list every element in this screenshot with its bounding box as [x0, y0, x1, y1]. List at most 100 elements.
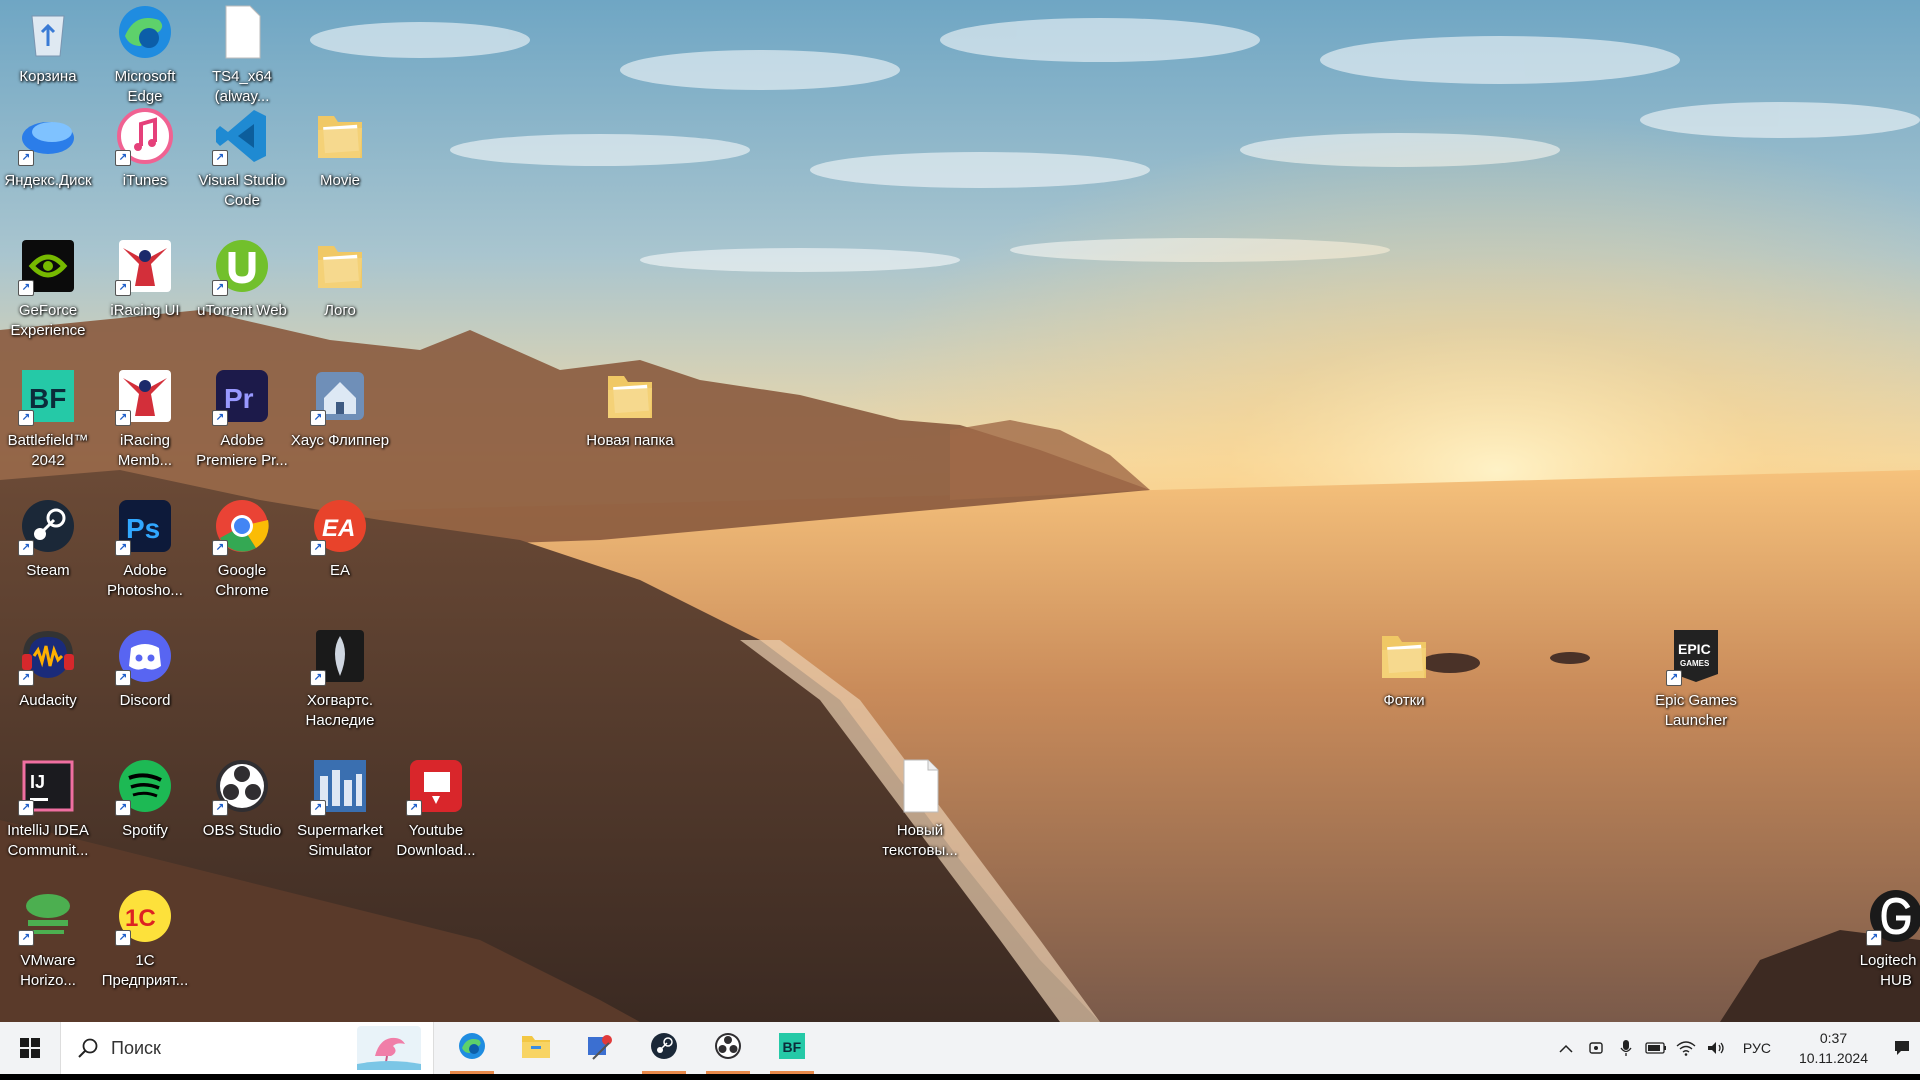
desktop-icon[interactable]: TS4_x64 (alway...: [196, 0, 288, 120]
desktop-icon[interactable]: IJ ↗ IntelliJ IDEA Communit...: [2, 754, 94, 874]
taskbar-app-steam[interactable]: [632, 1022, 696, 1074]
taskbar-app-battlefield[interactable]: BF: [760, 1022, 824, 1074]
desktop-icon[interactable]: ↗ Audacity: [2, 624, 94, 744]
obs-icon: [713, 1031, 743, 1066]
desktop-icon[interactable]: 1С ↗ 1С Предприят...: [99, 884, 191, 1004]
desktop-icon[interactable]: ↗ iTunes: [99, 104, 191, 224]
wifi-icon[interactable]: [1671, 1022, 1701, 1074]
microphone-icon[interactable]: [1611, 1022, 1641, 1074]
desktop-icon-label: Фотки: [1383, 692, 1425, 709]
taskbar-app-snipping-tool[interactable]: [568, 1022, 632, 1074]
desktop-icon-label: Movie: [319, 172, 360, 189]
desktop-icon[interactable]: Корзина: [2, 0, 94, 120]
desktop-icon[interactable]: ↗ Яндекс.Диск: [2, 104, 94, 224]
desktop-icon-label: Adobe Photosho...: [107, 562, 183, 599]
desktop-icon[interactable]: ↗ Steam: [2, 494, 94, 614]
vmware-horizon-icon: ↗: [16, 884, 80, 948]
desktop-icon[interactable]: ↗ GeForce Experience: [2, 234, 94, 354]
svg-text:BF: BF: [29, 383, 66, 414]
taskbar: Поиск BF РУС 0:37 10.11.2024: [0, 1022, 1920, 1074]
iracing-icon: ↗: [113, 234, 177, 298]
search-box[interactable]: Поиск: [60, 1022, 434, 1074]
svg-text:Pr: Pr: [224, 383, 254, 414]
shortcut-arrow-icon: ↗: [310, 670, 326, 686]
system-tray: РУС 0:37 10.11.2024: [1551, 1022, 1920, 1074]
desktop-icon[interactable]: Новый текстовы...: [874, 754, 966, 874]
1c-icon: 1С ↗: [113, 884, 177, 948]
supermarket-simulator-icon: ↗: [308, 754, 372, 818]
desktop-icon[interactable]: ↗ Spotify: [99, 754, 191, 874]
desktop-icon[interactable]: Фотки: [1358, 624, 1450, 744]
desktop-icon[interactable]: ↗ uTorrent Web: [196, 234, 288, 354]
desktop-icon[interactable]: ↗ Хогвартс. Наследие: [294, 624, 386, 744]
clock[interactable]: 0:37 10.11.2024: [1783, 1028, 1884, 1068]
steam-icon: ↗: [16, 494, 80, 558]
desktop-icon[interactable]: ↗ Supermarket Simulator: [294, 754, 386, 874]
shortcut-arrow-icon: ↗: [18, 930, 34, 946]
desktop-icon[interactable]: ↗ OBS Studio: [196, 754, 288, 874]
yandex-disk-icon: ↗: [16, 104, 80, 168]
input-language[interactable]: РУС: [1731, 1040, 1783, 1056]
youtube-downloader-icon: ↗: [404, 754, 468, 818]
desktop-icon[interactable]: Microsoft Edge: [99, 0, 191, 120]
desktop-icon[interactable]: Pr ↗ Adobe Premiere Pr...: [196, 364, 288, 484]
desktop-icon-label: Яндекс.Диск: [4, 172, 92, 189]
desktop-icon[interactable]: BF ↗ Battlefield™ 2042: [2, 364, 94, 484]
desktop-icon-label: Лого: [324, 302, 356, 319]
svg-text:EA: EA: [322, 515, 355, 542]
shortcut-arrow-icon: ↗: [406, 800, 422, 816]
vscode-icon: ↗: [210, 104, 274, 168]
edge-icon: [457, 1031, 487, 1066]
desktop-icon-label: Visual Studio Code: [198, 172, 286, 209]
desktop-icon-label: Battlefield™ 2042: [7, 432, 89, 469]
meet-now-icon[interactable]: [1581, 1022, 1611, 1074]
taskbar-app-obs[interactable]: [696, 1022, 760, 1074]
shortcut-arrow-icon: ↗: [18, 280, 34, 296]
photoshop-icon: Ps ↗: [113, 494, 177, 558]
desktop-icon-label: Logitech G HUB: [1859, 952, 1920, 989]
desktop-icon[interactable]: ↗ Хаус Флиппер: [291, 364, 389, 484]
desktop-icon[interactable]: Ps ↗ Adobe Photosho...: [99, 494, 191, 614]
desktop-icon-label: Discord: [119, 692, 171, 709]
desktop-icon[interactable]: ↗ Logitech G HUB: [1850, 884, 1920, 1004]
discord-icon: ↗: [113, 624, 177, 688]
battery-icon[interactable]: [1641, 1022, 1671, 1074]
shortcut-arrow-icon: ↗: [212, 150, 228, 166]
desktop-icon[interactable]: Новая папка: [584, 364, 676, 484]
shortcut-arrow-icon: ↗: [18, 670, 34, 686]
desktop-icon[interactable]: Movie: [294, 104, 386, 224]
premiere-icon: Pr ↗: [210, 364, 274, 428]
windows-icon: [20, 1038, 40, 1058]
desktop-icon[interactable]: ↗ Youtube Download...: [390, 754, 482, 874]
volume-icon[interactable]: [1701, 1022, 1731, 1074]
folder-icon: [308, 234, 372, 298]
desktop-icon[interactable]: ↗ Discord: [99, 624, 191, 744]
desktop-icon[interactable]: EPIC GAMES ↗ Epic Games Launcher: [1650, 624, 1742, 744]
itunes-icon: ↗: [113, 104, 177, 168]
start-button[interactable]: [0, 1022, 60, 1074]
desktop-icon[interactable]: ↗ iRacing Memb...: [99, 364, 191, 484]
folder-icon: [308, 104, 372, 168]
desktop-icon-label: iRacing UI: [110, 302, 180, 319]
edge-icon: [113, 0, 177, 64]
logitech-g-hub-icon: ↗: [1864, 884, 1920, 948]
clock-date: 10.11.2024: [1798, 1050, 1868, 1066]
desktop-icon[interactable]: EA ↗ EA: [294, 494, 386, 614]
svg-text:BF: BF: [783, 1039, 802, 1055]
chrome-icon: ↗: [210, 494, 274, 558]
notification-center-icon[interactable]: [1884, 1022, 1920, 1074]
desktop-icon[interactable]: ↗ Visual Studio Code: [196, 104, 288, 224]
shortcut-arrow-icon: ↗: [115, 800, 131, 816]
svg-text:1С: 1С: [125, 905, 156, 932]
taskbar-app-edge[interactable]: [440, 1022, 504, 1074]
desktop-icon[interactable]: ↗ Google Chrome: [196, 494, 288, 614]
ea-icon: EA ↗: [308, 494, 372, 558]
taskbar-app-file-explorer[interactable]: [504, 1022, 568, 1074]
show-hidden-icons-chevron-icon[interactable]: [1551, 1022, 1581, 1074]
search-placeholder: Поиск: [111, 1037, 161, 1058]
desktop-icon[interactable]: Лого: [294, 234, 386, 354]
shortcut-arrow-icon: ↗: [212, 280, 228, 296]
desktop-icon[interactable]: ↗ iRacing UI: [99, 234, 191, 354]
desktop-icon[interactable]: ↗ VMware Horizo...: [2, 884, 94, 1004]
intellij-icon: IJ ↗: [16, 754, 80, 818]
